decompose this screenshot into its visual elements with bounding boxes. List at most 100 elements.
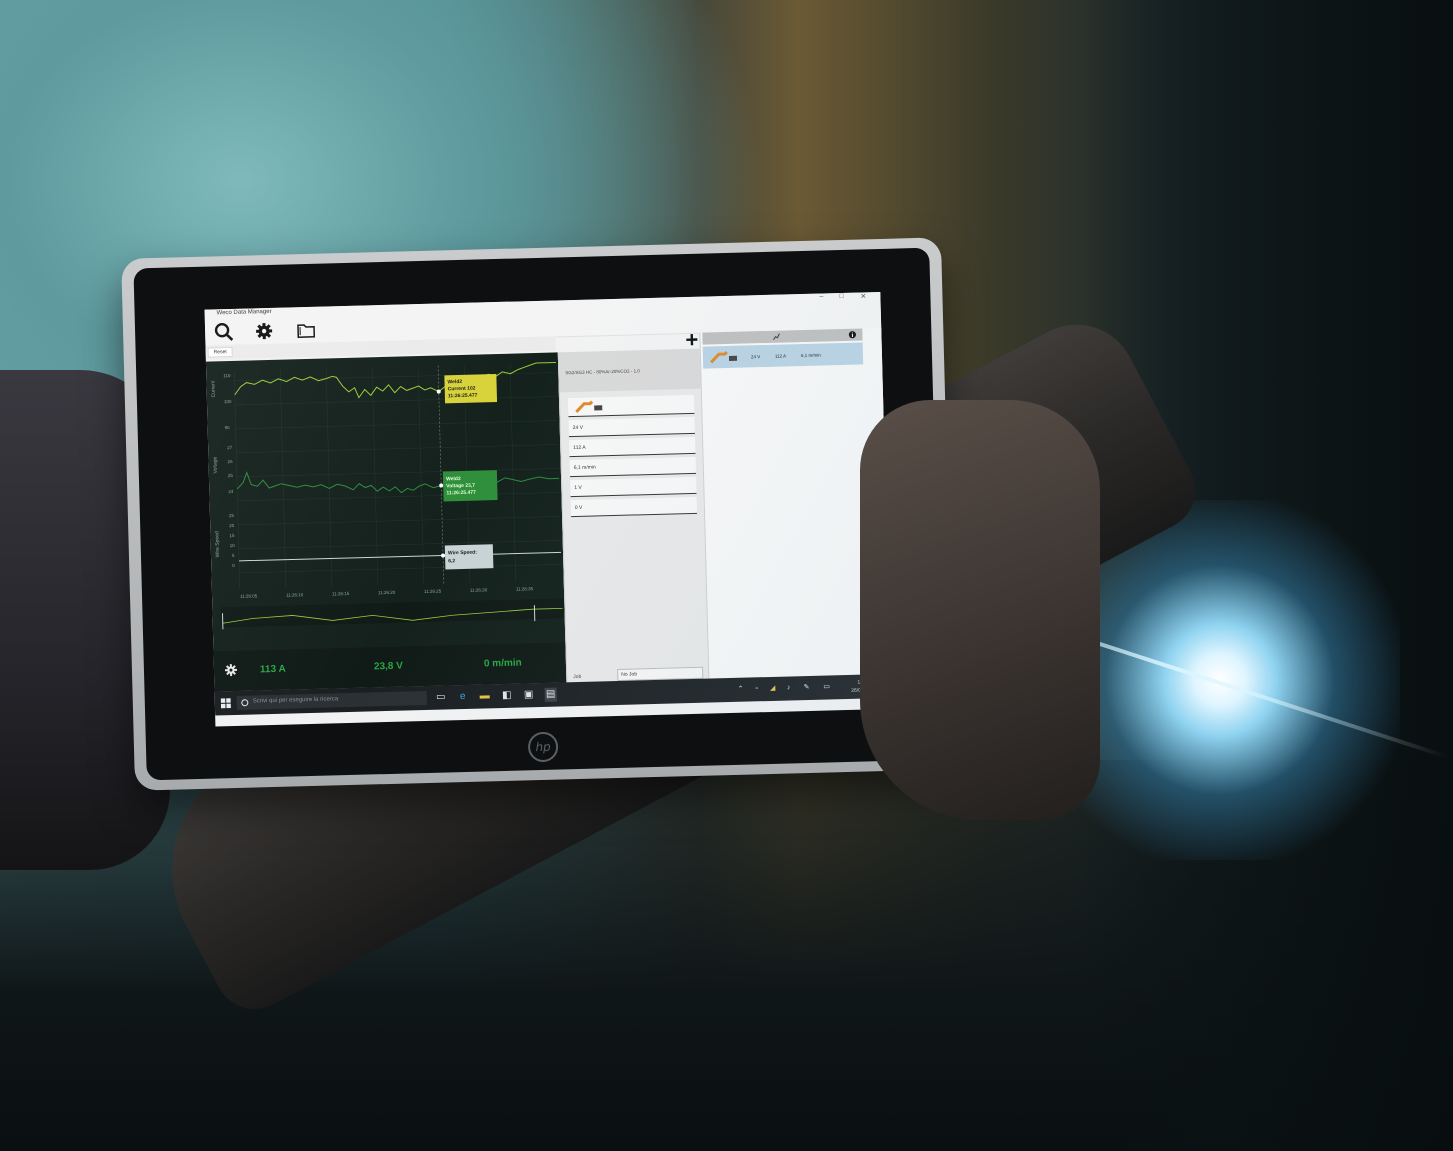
tray-volume-icon[interactable]: ♪ <box>782 681 794 695</box>
tick-wire-5: 5 <box>232 553 235 558</box>
voltage-setting-value: 24 V <box>572 424 584 432</box>
edge-icon[interactable]: e <box>457 690 469 704</box>
wire-speed-readout: 0 m/min <box>483 657 522 670</box>
cursor-line <box>437 365 445 584</box>
tooltip-wire-title: Wire Speed: <box>448 550 477 557</box>
photo-scene: hp Weco Data Manager – □ ✕ Reset + Curre… <box>0 0 1453 1151</box>
window-title: Weco Data Manager <box>216 308 272 317</box>
wire-speed-setting[interactable]: 6,1 m/min <box>569 456 697 478</box>
overview-strip[interactable] <box>220 598 565 628</box>
parameter-panel: SG2/SG3 HC - 80%Ar-20%CO2 - 1,0 24 V 112… <box>557 348 710 683</box>
time-tick: 11:26:20 <box>378 590 396 595</box>
tick-wire-15: 15 <box>229 533 235 538</box>
time-tick: 11:26:05 <box>240 593 258 598</box>
wire-speed-trace <box>239 551 562 562</box>
minimize-button[interactable]: – <box>814 293 828 300</box>
device-row-voltage: 24 V <box>750 354 761 360</box>
close-button[interactable]: ✕ <box>856 292 870 300</box>
torch-icon <box>710 350 738 364</box>
device-row[interactable]: 24 V 112 A 6,1 m/min <box>702 342 864 369</box>
voltage-trace <box>236 471 560 494</box>
task-view-icon[interactable]: ▭ <box>435 690 447 704</box>
wire-speed-setting-value: 6,1 m/min <box>573 464 596 472</box>
tooltip-wire-value: 6,2 <box>448 558 455 564</box>
tooltip-wire-speed: Wire Speed: 6,2 <box>444 544 494 570</box>
tick-wire-25: 25 <box>229 513 235 518</box>
param5-setting-value: 0 V <box>574 504 583 512</box>
app-icon[interactable]: ▣ <box>523 688 535 702</box>
job-select-value: No Job <box>621 671 638 678</box>
chart-area: Current Voltage Wire Speed 110 100 90 27… <box>205 352 567 692</box>
current-setting-value: 112 A <box>573 444 586 452</box>
tick-voltage-25: 25 <box>228 473 234 478</box>
tray-network-icon[interactable]: ▫ <box>750 682 762 696</box>
chart-icon[interactable] <box>772 333 780 341</box>
tray-chevron-icon[interactable]: ⌃ <box>734 683 746 697</box>
current-trace <box>234 361 557 399</box>
tick-wire-10: 10 <box>230 543 236 548</box>
param5-setting[interactable]: 0 V <box>570 496 698 518</box>
device-row-current: 112 A <box>774 353 787 359</box>
tick-current-110: 110 <box>223 373 231 378</box>
axis-label-wire-speed: Wire Speed <box>214 531 221 557</box>
time-tick: 11:26:15 <box>332 591 350 596</box>
windows-start-icon[interactable] <box>220 698 231 709</box>
tick-current-90: 90 <box>225 425 231 430</box>
tick-wire-20: 20 <box>229 523 235 528</box>
time-tick: 11:26:30 <box>470 587 488 592</box>
tooltip-current-value: Current 102 <box>448 386 476 393</box>
tooltip-voltage-title: Weld2 <box>446 476 461 482</box>
add-button[interactable]: + <box>685 327 699 352</box>
tooltip-current-time: 11:26:25.477 <box>448 393 478 400</box>
param4-setting[interactable]: 1 V <box>570 476 697 498</box>
tablet-device: hp Weco Data Manager – □ ✕ Reset + Curre… <box>121 237 955 791</box>
device-row-speed: 6,1 m/min <box>800 352 821 359</box>
store-icon[interactable]: ◧ <box>501 689 513 703</box>
job-label: Job <box>573 673 582 681</box>
torch-selector[interactable] <box>567 394 695 418</box>
tooltip-voltage-time: 11:26:25.477 <box>446 490 476 497</box>
tray-pen-icon[interactable]: ✎ <box>800 681 812 695</box>
gear-icon[interactable] <box>253 320 276 343</box>
info-icon[interactable] <box>848 331 857 339</box>
folder-icon[interactable] <box>295 319 318 342</box>
current-readout: 113 A <box>259 663 286 676</box>
voltage-setting[interactable]: 24 V <box>568 416 695 438</box>
param4-setting-value: 1 V <box>574 484 582 492</box>
taskbar-search-placeholder: Scrivi qui per eseguire la ricerca <box>252 696 339 705</box>
torch-icon <box>575 400 603 413</box>
axis-label-current: Current <box>210 380 216 397</box>
process-header: SG2/SG3 HC - 80%Ar-20%CO2 - 1,0 <box>558 348 702 393</box>
tablet-bezel: hp Weco Data Manager – □ ✕ Reset + Curre… <box>133 247 943 781</box>
axis-label-voltage: Voltage <box>212 456 218 473</box>
tray-keyboard-icon[interactable]: ▭ <box>820 680 832 694</box>
wire-cursor-point <box>441 553 446 558</box>
tick-voltage-26: 26 <box>227 459 233 464</box>
tooltip-current: Weld2 Current 102 11:26:25.477 <box>444 374 498 404</box>
settings-gear-icon[interactable] <box>224 663 238 677</box>
current-setting[interactable]: 112 A <box>569 436 696 458</box>
time-tick: 11:26:35 <box>516 586 534 591</box>
tooltip-current-title: Weld2 <box>447 379 462 385</box>
taskbar-search[interactable]: Scrivi qui per eseguire la ricerca <box>236 690 427 710</box>
weco-app-icon[interactable]: ▤ <box>544 687 557 702</box>
time-tick: 11:26:25 <box>424 589 442 594</box>
right-hand <box>860 400 1100 820</box>
search-icon[interactable] <box>213 321 236 344</box>
file-explorer-icon[interactable]: ▬ <box>479 689 491 703</box>
hp-logo: hp <box>527 731 559 763</box>
monitoring-chart: Current Voltage Wire Speed 110 100 90 27… <box>210 361 565 630</box>
tray-battery-icon[interactable]: ◢ <box>766 682 778 696</box>
voltage-readout: 23,8 V <box>373 660 404 673</box>
tick-voltage-24: 24 <box>228 489 234 494</box>
tab-reset[interactable]: Reset <box>207 346 233 358</box>
tick-voltage-27: 27 <box>227 445 233 450</box>
tick-wire-0: 0 <box>232 563 235 568</box>
tooltip-voltage-value: Voltage 23,7 <box>446 483 475 490</box>
tablet-screen: Weco Data Manager – □ ✕ Reset + Current … <box>204 291 892 727</box>
cortana-icon <box>241 699 249 707</box>
chart-grid <box>233 363 562 589</box>
tick-current-100: 100 <box>224 399 232 404</box>
maximize-button[interactable]: □ <box>834 293 848 300</box>
time-tick: 11:26:10 <box>286 592 304 597</box>
